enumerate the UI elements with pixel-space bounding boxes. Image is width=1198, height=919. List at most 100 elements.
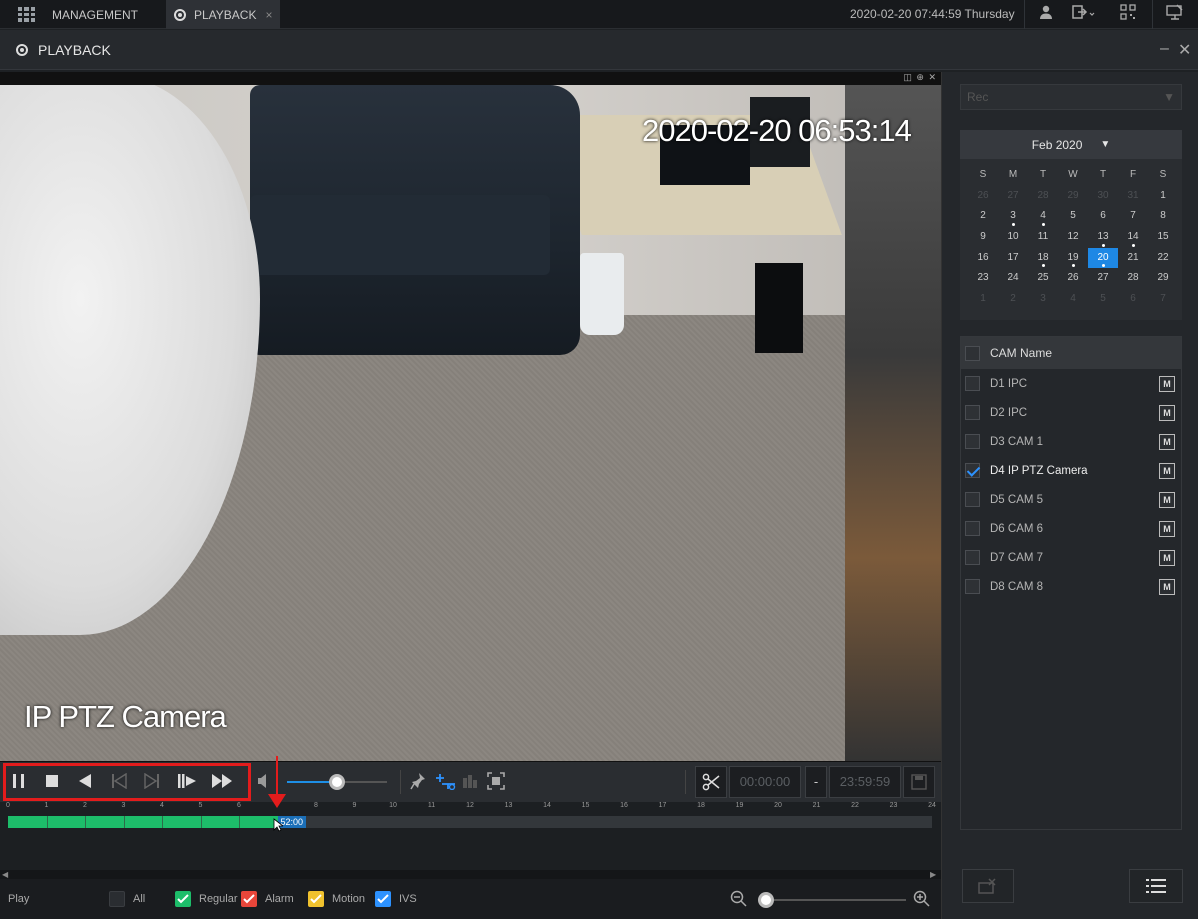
minimize-button[interactable]: – (1160, 40, 1169, 58)
timeline[interactable]: 0123456789101112131415161718192021222324… (0, 802, 941, 870)
timeline-track[interactable]: 52:00 (8, 816, 932, 828)
zoom-out-icon[interactable] (730, 890, 748, 913)
calendar-day[interactable]: 6 (1088, 206, 1118, 227)
calendar-day[interactable]: 27 (998, 186, 1028, 207)
monitor-icon[interactable] (1166, 4, 1184, 24)
scroll-left-icon[interactable]: ◀ (2, 870, 8, 879)
calendar-day[interactable]: 23 (968, 268, 998, 289)
clip-start-time[interactable]: 00:00:00 (729, 766, 801, 798)
calendar-day[interactable]: 16 (968, 248, 998, 269)
calendar-day[interactable]: 7 (1118, 206, 1148, 227)
select-all-cameras-checkbox[interactable] (965, 345, 980, 361)
calendar-day[interactable]: 13 (1088, 227, 1118, 248)
calendar-day[interactable]: 1 (968, 289, 998, 310)
calendar-day[interactable]: 26 (968, 186, 998, 207)
clip-end-time[interactable]: 23:59:59 (829, 766, 901, 798)
close-window-button[interactable]: ✕ (1178, 40, 1191, 60)
calendar-day[interactable]: 8 (1148, 206, 1178, 227)
calendar-day[interactable]: 11 (1028, 227, 1058, 248)
calendar-day[interactable]: 22 (1148, 248, 1178, 269)
calendar-day[interactable]: 4 (1058, 289, 1088, 310)
camera-mode-button[interactable]: M (1159, 434, 1175, 450)
calendar-day[interactable]: 2 (968, 206, 998, 227)
pin-icon[interactable] (410, 772, 426, 794)
calendar-day[interactable]: 14 (1118, 227, 1148, 248)
calendar-day[interactable]: 28 (1028, 186, 1058, 207)
filter-all-checkbox[interactable] (109, 891, 125, 907)
calendar-day[interactable]: 25 (1028, 268, 1058, 289)
volume-icon[interactable] (256, 772, 274, 795)
camera-checkbox[interactable] (965, 463, 980, 478)
video-window-tools[interactable]: ◫ ⊕ ✕ (903, 72, 937, 83)
camera-mode-button[interactable]: M (1159, 579, 1175, 595)
calendar-day[interactable]: 20 (1088, 247, 1118, 269)
camera-list-item[interactable]: D5 CAM 5 M (961, 485, 1181, 514)
list-view-button[interactable] (1129, 869, 1183, 903)
calendar-day[interactable]: 1 (1148, 186, 1178, 207)
camera-list-item[interactable]: D8 CAM 8 M (961, 572, 1181, 601)
camera-mode-button[interactable]: M (1159, 463, 1175, 479)
smart-search-icon[interactable] (434, 772, 456, 794)
filter-ivs-checkbox[interactable] (375, 891, 391, 907)
camera-list-item[interactable]: D3 CAM 1 M (961, 427, 1181, 456)
save-clip-button[interactable] (903, 766, 935, 798)
camera-checkbox[interactable] (965, 521, 980, 536)
filter-alarm-checkbox[interactable] (241, 891, 257, 907)
camera-checkbox[interactable] (965, 376, 980, 391)
calendar-day[interactable]: 4 (1028, 206, 1058, 227)
calendar-day[interactable]: 2 (998, 289, 1028, 310)
calendar-day[interactable]: 27 (1088, 268, 1118, 289)
timeline-scrollbar[interactable]: ◀ ▶ (0, 870, 941, 879)
backup-button[interactable] (962, 869, 1014, 903)
calendar-day[interactable]: 31 (1118, 186, 1148, 207)
calendar-day[interactable]: 7 (1148, 289, 1178, 310)
fullscreen-icon[interactable] (487, 772, 505, 794)
volume-slider-handle[interactable] (329, 774, 345, 790)
volume-slider[interactable] (287, 774, 387, 790)
camera-list-item[interactable]: D6 CAM 6 M (961, 514, 1181, 543)
tab-playback[interactable]: PLAYBACK × (166, 0, 280, 29)
calendar-day[interactable]: 6 (1118, 289, 1148, 310)
camera-checkbox[interactable] (965, 492, 980, 507)
camera-mode-button[interactable]: M (1159, 492, 1175, 508)
camera-checkbox[interactable] (965, 550, 980, 565)
calendar-day[interactable]: 24 (998, 268, 1028, 289)
zoom-slider[interactable] (758, 892, 906, 908)
calendar-day[interactable]: 12 (1058, 227, 1088, 248)
tab-management[interactable]: MANAGEMENT (0, 0, 166, 29)
camera-mode-button[interactable]: M (1159, 521, 1175, 537)
camera-checkbox[interactable] (965, 405, 980, 420)
calendar-day[interactable]: 29 (1148, 268, 1178, 289)
zoom-slider-handle[interactable] (758, 892, 774, 908)
object-search-icon[interactable] (461, 772, 479, 794)
zoom-in-icon[interactable] (913, 890, 931, 913)
calendar-day[interactable]: 3 (1028, 289, 1058, 310)
logout-icon[interactable] (1072, 4, 1096, 24)
calendar-day[interactable]: 21 (1118, 248, 1148, 269)
camera-mode-button[interactable]: M (1159, 376, 1175, 392)
calendar-day[interactable]: 18 (1028, 248, 1058, 269)
camera-mode-button[interactable]: M (1159, 550, 1175, 566)
filter-motion-checkbox[interactable] (308, 891, 324, 907)
calendar-month-header[interactable]: Feb 2020 ▼ (960, 130, 1182, 159)
calendar-day[interactable]: 26 (1058, 268, 1088, 289)
user-icon[interactable] (1038, 4, 1054, 24)
record-type-select[interactable]: Rec ▼ (960, 84, 1182, 110)
calendar-day[interactable]: 9 (968, 227, 998, 248)
recorded-segment-regular[interactable] (8, 816, 278, 828)
calendar-day[interactable]: 15 (1148, 227, 1178, 248)
close-tab-icon[interactable]: × (265, 8, 272, 22)
clip-button[interactable] (695, 766, 727, 798)
calendar-day[interactable]: 5 (1058, 206, 1088, 227)
scroll-right-icon[interactable]: ▶ (930, 870, 936, 879)
calendar-day[interactable]: 10 (998, 227, 1028, 248)
calendar-day[interactable]: 30 (1088, 186, 1118, 207)
camera-mode-button[interactable]: M (1159, 405, 1175, 421)
camera-list-item[interactable]: D1 IPC M (961, 369, 1181, 398)
video-player[interactable]: ◫ ⊕ ✕ 2020-02-20 06:53:14 IP PTZ Camera (0, 72, 941, 762)
camera-checkbox[interactable] (965, 434, 980, 449)
calendar-day[interactable]: 28 (1118, 268, 1148, 289)
calendar-day[interactable]: 5 (1088, 289, 1118, 310)
camera-list-item[interactable]: D2 IPC M (961, 398, 1181, 427)
filter-regular-checkbox[interactable] (175, 891, 191, 907)
